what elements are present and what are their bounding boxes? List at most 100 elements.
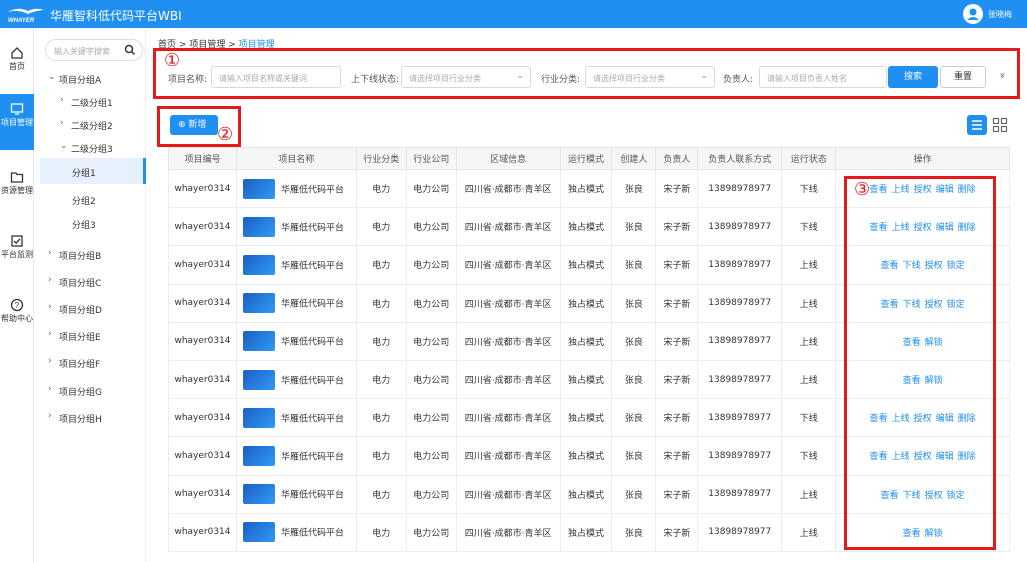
- phone-cell: 13898978977: [697, 207, 783, 247]
- tree-item-label: 分组2: [72, 197, 96, 207]
- mode-cell: 独占模式: [559, 359, 613, 400]
- project-thumbnail: [242, 445, 275, 466]
- industry-cell: 电力: [355, 321, 407, 361]
- region-cell: 四川省·成都市·青羊区: [455, 474, 561, 514]
- home-icon: [11, 47, 23, 59]
- tree-item[interactable]: 分组2: [40, 189, 146, 209]
- grid-view-button[interactable]: [990, 115, 1010, 135]
- project-thumbnail: [242, 178, 275, 199]
- chevron-right-icon[interactable]: ›: [48, 302, 52, 312]
- chevron-right-icon[interactable]: ›: [48, 411, 52, 421]
- user-name[interactable]: 张晓梅: [988, 9, 1012, 20]
- column-header: 负责人联系方式: [697, 147, 783, 170]
- creator-cell: 张良: [611, 512, 657, 552]
- tree-search-input[interactable]: 输入关键字搜索: [45, 39, 143, 61]
- tree-item[interactable]: › 二级分组2: [40, 114, 146, 134]
- project-name: 华雁低代码平台: [280, 299, 344, 310]
- chevron-right-icon[interactable]: ›: [60, 118, 64, 128]
- chevron-right-icon[interactable]: ›: [48, 356, 52, 366]
- tree-item[interactable]: › 项目分组D: [40, 298, 146, 318]
- mode-cell: 独占模式: [559, 474, 613, 514]
- tree-item[interactable]: 分组3: [40, 213, 146, 233]
- project-name-cell: 华雁低代码平台: [235, 207, 357, 247]
- company-cell: 电力公司: [405, 398, 457, 438]
- owner-cell: 宋子新: [655, 436, 699, 476]
- tree-search-placeholder: 输入关键字搜索: [54, 47, 110, 56]
- owner-cell: 宋子新: [655, 321, 699, 361]
- avatar[interactable]: [963, 4, 983, 24]
- svg-text:?: ?: [15, 301, 20, 310]
- column-header: 项目名称: [235, 147, 357, 170]
- tree-item[interactable]: › 项目分组C: [40, 271, 146, 291]
- mode-cell: 独占模式: [559, 436, 613, 476]
- project-name: 华雁低代码平台: [280, 528, 344, 539]
- project-name: 华雁低代码平台: [280, 337, 344, 348]
- company-cell: 电力公司: [405, 359, 457, 400]
- tree-item-label: 项目分组B: [59, 252, 102, 262]
- creator-cell: 张良: [611, 398, 657, 438]
- add-button[interactable]: ⊕ 新增: [170, 115, 218, 135]
- status-cell: 下线: [781, 398, 837, 438]
- tree-item[interactable]: › 项目分组E: [40, 325, 146, 345]
- phone-cell: 13898978977: [697, 283, 783, 323]
- chevron-down-icon[interactable]: ⌄: [60, 141, 68, 151]
- chevron-right-icon[interactable]: ›: [48, 275, 52, 285]
- project-name-cell: 华雁低代码平台: [235, 168, 357, 209]
- tree-item[interactable]: 分组1: [40, 158, 146, 184]
- nav-label: 项目管理: [1, 118, 33, 127]
- project-name: 华雁低代码平台: [280, 414, 344, 425]
- status-cell: 上线: [781, 359, 837, 400]
- status-cell: 上线: [781, 321, 837, 361]
- list-view-button[interactable]: [967, 115, 987, 135]
- tree-item[interactable]: › 项目分组B: [40, 244, 146, 264]
- tree-item[interactable]: › 二级分组1: [40, 91, 146, 111]
- project-name-cell: 华雁低代码平台: [235, 398, 357, 438]
- nav-resource-management[interactable]: 资源管理: [0, 162, 34, 214]
- nav-label: 帮助中心: [1, 314, 33, 323]
- monitor-icon: [10, 103, 24, 115]
- chevron-right-icon[interactable]: ›: [48, 329, 52, 339]
- project-thumbnail: [242, 484, 275, 505]
- nav-help-center[interactable]: ? 帮助中心: [0, 290, 34, 342]
- chevron-down-icon[interactable]: ⌄: [48, 72, 56, 82]
- project-thumbnail: [242, 254, 275, 275]
- company-cell: 电力公司: [405, 245, 457, 285]
- region-cell: 四川省·成都市·青羊区: [455, 359, 561, 400]
- status-cell: 上线: [781, 245, 837, 285]
- chevron-right-icon[interactable]: ›: [48, 248, 52, 258]
- industry-cell: 电力: [355, 398, 407, 438]
- nav-project-management[interactable]: 项目管理: [0, 94, 34, 150]
- project-id-cell: whayer0314: [168, 168, 237, 209]
- project-name-cell: 华雁低代码平台: [235, 436, 357, 476]
- left-nav: 首页 项目管理 资源管理 平台监测 ? 帮助中心: [0, 28, 34, 562]
- tree-item-label: 分组3: [72, 221, 96, 231]
- tree-item[interactable]: › 项目分组G: [40, 380, 146, 400]
- region-cell: 四川省·成都市·青羊区: [455, 398, 561, 438]
- annotation-number-2: ②: [217, 124, 234, 145]
- tree-item[interactable]: ⌄ 二级分组3: [40, 137, 146, 157]
- project-name: 华雁低代码平台: [280, 490, 344, 501]
- chevron-right-icon[interactable]: ›: [48, 384, 52, 394]
- nav-home[interactable]: 首页: [0, 38, 34, 90]
- nav-label: 首页: [9, 62, 25, 71]
- creator-cell: 张良: [611, 207, 657, 247]
- project-id-cell: whayer0314: [168, 321, 237, 361]
- top-bar: WHAYER 华雁智科低代码平台WBI 张晓梅: [0, 0, 1027, 28]
- chevron-right-icon[interactable]: ›: [60, 95, 64, 105]
- tree-item-label: 项目分组G: [59, 388, 102, 398]
- tree-item[interactable]: › 项目分组H: [40, 407, 146, 427]
- mode-cell: 独占模式: [559, 283, 613, 323]
- project-id-cell: whayer0314: [168, 283, 237, 323]
- table-header-row: 项目编号 项目名称 行业分类 行业公司 区域信息 运行模式 创建人 负责人 负责人联系方式 运行状…: [168, 147, 1010, 170]
- mode-cell: 独占模式: [559, 207, 613, 247]
- phone-cell: 13898978977: [697, 512, 783, 552]
- tree-item[interactable]: ⌄ 项目分组A: [40, 68, 146, 88]
- mode-cell: 独占模式: [559, 512, 613, 552]
- creator-cell: 张良: [611, 283, 657, 323]
- project-thumbnail: [242, 407, 275, 428]
- tree-item[interactable]: › 项目分组F: [40, 352, 146, 372]
- project-name-cell: 华雁低代码平台: [235, 283, 357, 323]
- nav-platform-monitor[interactable]: 平台监测: [0, 226, 34, 278]
- search-icon[interactable]: [124, 44, 136, 56]
- status-cell: 下线: [781, 436, 837, 476]
